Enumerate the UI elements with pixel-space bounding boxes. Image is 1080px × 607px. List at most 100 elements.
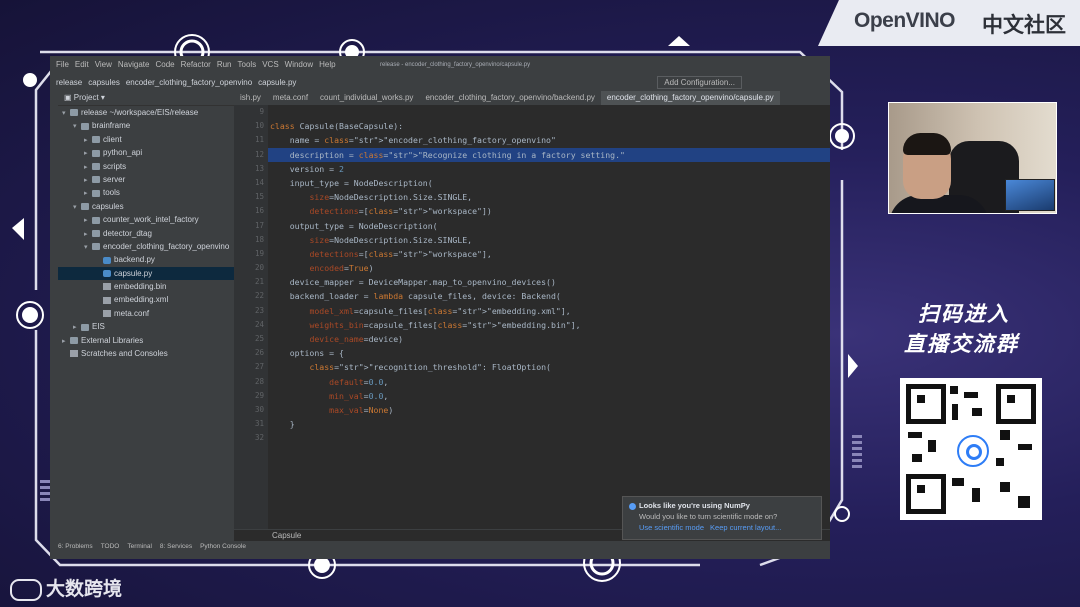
code-line[interactable] [268,105,830,119]
menu-item-view[interactable]: View [95,56,112,74]
line-number: 13 [254,163,264,173]
breadcrumb-item[interactable]: capsule.py [258,74,296,91]
code-line[interactable]: max_val=None) [268,403,830,417]
keep-layout-link[interactable]: Keep current layout... [710,523,781,532]
tool-window-services[interactable]: 8: Services [160,543,192,550]
chevron-down-icon[interactable]: ▾ [73,201,81,214]
tree-item[interactable]: ▸ tools [58,186,234,199]
code-line[interactable]: description = class="str">"Recognize clo… [268,147,830,162]
editor-tab[interactable]: meta.conf [267,91,314,105]
code-line[interactable]: class="str">"recognition_threshold": Flo… [268,360,830,374]
code-line[interactable]: default=0.0, [268,375,830,389]
code-line[interactable]: device_name=device) [268,332,830,346]
use-scientific-mode-link[interactable]: Use scientific mode [639,523,704,532]
code-line[interactable]: } [268,417,830,431]
code-line[interactable]: class Capsule(BaseCapsule): [268,119,830,133]
tree-item[interactable]: ▸ client [58,133,234,146]
add-configuration-button[interactable]: Add Configuration... [657,76,742,89]
chevron-down-icon[interactable]: ▾ [84,241,92,254]
tree-item[interactable]: meta.conf [58,307,234,320]
breadcrumb-item[interactable]: release [56,74,82,91]
openvino-logo: OpenVINO [854,9,956,32]
project-header-label: Project [73,93,99,102]
menu-item-vcs[interactable]: VCS [262,56,278,74]
editor-tab[interactable]: encoder_clothing_factory_openvino/capsul… [600,91,780,105]
tree-item[interactable]: ▸ EIS [58,320,234,333]
qr-code[interactable] [900,378,1042,520]
tool-window-terminal[interactable]: Terminal [127,543,152,550]
editor-tab[interactable]: ish.py [234,91,267,105]
chevron-down-icon[interactable]: ▾ [73,120,81,133]
chevron-right-icon[interactable]: ▸ [84,147,92,160]
numpy-notification: Looks like you're using NumPy Would you … [622,496,822,540]
breadcrumb-item[interactable]: capsules [88,74,120,91]
project-panel-header[interactable]: ▣ Project ▾ [58,91,234,106]
tree-item-label: brainframe [92,121,131,131]
menu-item-run[interactable]: Run [217,56,232,74]
tree-item[interactable]: embedding.bin [58,280,234,293]
chevron-down-icon[interactable]: ▾ [99,93,105,102]
tree-item-label: counter_work_intel_factory [103,215,199,225]
left-tool-strip [50,91,58,549]
menu-item-navigate[interactable]: Navigate [118,56,150,74]
tree-item[interactable]: backend.py [58,253,234,266]
menu-item-refactor[interactable]: Refactor [181,56,211,74]
chevron-right-icon[interactable]: ▸ [84,161,92,174]
tool-window-python-console[interactable]: Python Console [200,543,246,550]
chevron-right-icon[interactable]: ▸ [84,174,92,187]
code-line[interactable]: weights_bin=capsule_files[class="str">"e… [268,318,830,332]
tree-item[interactable]: ▸ External Libraries [58,334,234,347]
chevron-right-icon[interactable]: ▸ [73,321,81,334]
tree-item[interactable]: embedding.xml [58,293,234,306]
qr-finder [996,384,1036,424]
menu-item-file[interactable]: File [56,56,69,74]
editor-tab[interactable]: encoder_clothing_factory_openvino/backen… [419,91,600,105]
code-line[interactable]: min_val=0.0, [268,389,830,403]
tree-item[interactable]: capsule.py [58,266,234,281]
chevron-right-icon[interactable]: ▸ [84,228,92,241]
code-line[interactable]: encoded=True) [268,261,830,275]
menu-item-window[interactable]: Window [285,56,313,74]
tree-item[interactable]: Scratches and Consoles [58,347,234,360]
code-line[interactable]: output_type = NodeDescription( [268,219,830,233]
menu-item-code[interactable]: Code [155,56,174,74]
chevron-down-icon[interactable]: ▾ [62,107,70,120]
tree-item[interactable]: ▾ encoder_clothing_factory_openvino [58,240,234,253]
chevron-right-icon[interactable]: ▸ [84,134,92,147]
tree-item[interactable]: ▸ python_api [58,146,234,159]
menu-item-help[interactable]: Help [319,56,335,74]
chevron-right-icon[interactable]: ▸ [84,187,92,200]
code-line[interactable] [268,431,830,445]
chevron-right-icon[interactable]: ▸ [84,214,92,227]
code-line[interactable]: name = class="str">"encoder_clothing_fac… [268,133,830,147]
code-line[interactable]: model_xml=capsule_files[class="str">"emb… [268,304,830,318]
code-line[interactable]: backend_loader = lambda capsule_files, d… [268,289,830,303]
code-line[interactable]: size=NodeDescription.Size.SINGLE, [268,190,830,204]
tree-item[interactable]: ▸ detector_dtag [58,227,234,240]
menu-item-edit[interactable]: Edit [75,56,89,74]
menu-item-tools[interactable]: Tools [238,56,257,74]
code-line[interactable]: device_mapper = DeviceMapper.map_to_open… [268,275,830,289]
qr-finder [906,474,946,514]
tool-window-problems[interactable]: 6: Problems [58,543,93,550]
tree-item[interactable]: ▸ server [58,173,234,186]
tree-item[interactable]: ▾ brainframe [58,119,234,132]
code-line[interactable]: detections=[class="str">"workspace"], [268,247,830,261]
notification-title: Looks like you're using NumPy [639,501,750,510]
tree-item[interactable]: ▾ capsules [58,200,234,213]
editor-tab[interactable]: count_individual_works.py [314,91,419,105]
tree-item[interactable]: ▸ scripts [58,160,234,173]
code-line[interactable]: input_type = NodeDescription( [268,176,830,190]
code-line[interactable]: options = { [268,346,830,360]
folder-icon [70,109,78,117]
code-line[interactable]: size=NodeDescription.Size.SINGLE, [268,233,830,247]
code-editor[interactable]: class Capsule(BaseCapsule): name = class… [268,105,830,529]
breadcrumb-item[interactable]: encoder_clothing_factory_openvino [126,74,252,91]
tree-item-label: client [103,134,122,144]
code-line[interactable]: version = 2 [268,162,830,176]
tree-item[interactable]: ▾ release ~/workspace/EIS/release [58,106,234,119]
chevron-right-icon[interactable]: ▸ [62,335,70,348]
tool-window-todo[interactable]: TODO [101,543,120,550]
tree-item[interactable]: ▸ counter_work_intel_factory [58,213,234,226]
code-line[interactable]: detections=[class="str">"workspace"]) [268,204,830,218]
